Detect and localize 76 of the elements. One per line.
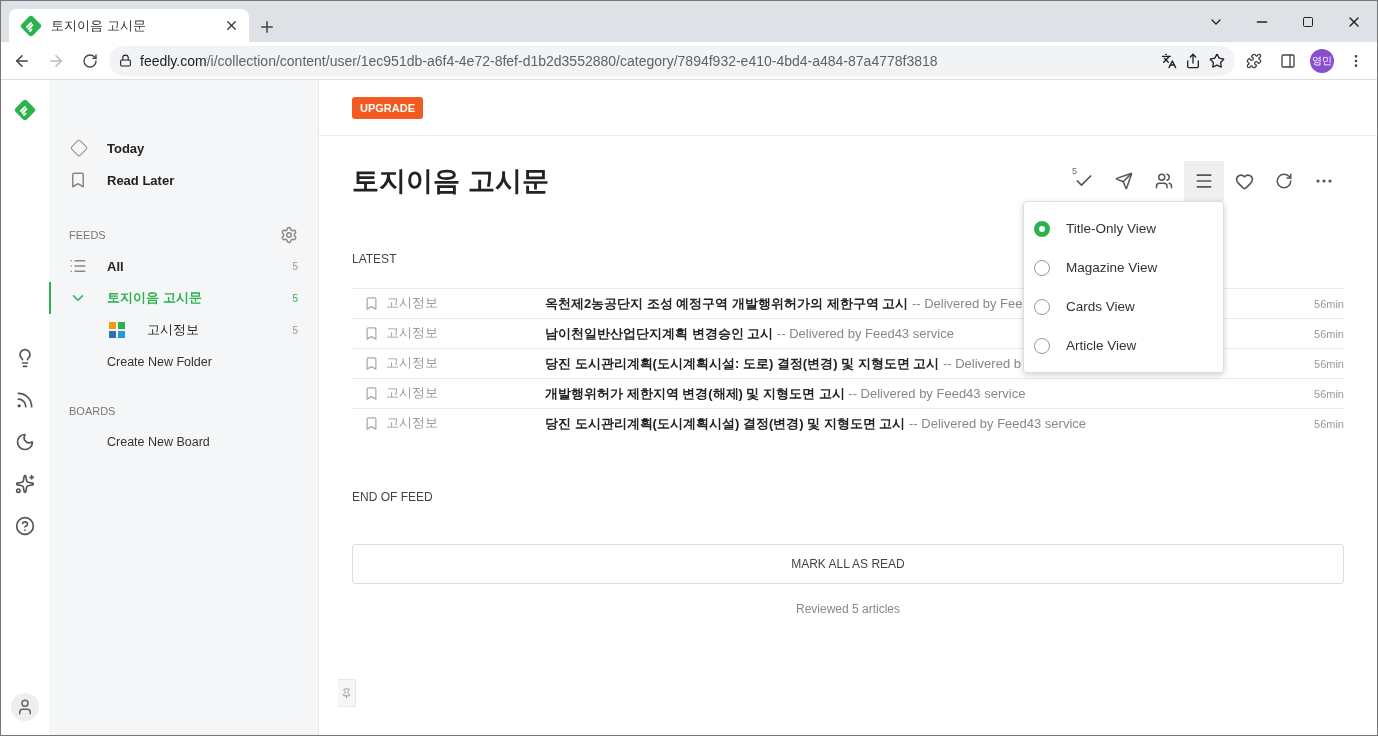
- moon-icon[interactable]: [15, 432, 35, 452]
- feed-title: 토지이음 고시문: [352, 165, 550, 198]
- puzzle-icon[interactable]: [1246, 52, 1262, 69]
- close-icon[interactable]: [224, 18, 239, 33]
- sparkles-icon[interactable]: [15, 474, 35, 494]
- address-bar[interactable]: feedly.com/i/collection/content/user/1ec951db-a6f4-4e72-8fef-d1b2d3552880/category/7894f932-e410-4bd4-a484-87a4778f3818: [109, 45, 1235, 76]
- mark-read-button[interactable]: 5: [1064, 161, 1104, 201]
- article-source: 고시정보: [386, 355, 439, 372]
- view-menu-button[interactable]: [1184, 161, 1224, 201]
- feed-item[interactable]: 고시정보 5: [49, 314, 298, 346]
- more-icon: [1316, 179, 1332, 183]
- share-icon[interactable]: [1185, 52, 1201, 69]
- article-source: 고시정보: [386, 325, 439, 342]
- article-source: 고시정보: [386, 385, 439, 402]
- help-icon[interactable]: [15, 516, 35, 536]
- people-icon: [1155, 172, 1173, 190]
- radio-button[interactable]: [1034, 220, 1050, 237]
- browser-tab[interactable]: 토지이음 고시문: [9, 9, 249, 42]
- article-time: 56min: [1314, 357, 1344, 370]
- tiles-icon: [109, 321, 127, 339]
- article-summary: -- Delivered b: [942, 355, 1021, 371]
- star-icon[interactable]: [1209, 52, 1225, 69]
- article-source: 고시정보: [386, 295, 439, 312]
- section-heading: BOARDS: [69, 405, 116, 417]
- refresh-icon: [1275, 172, 1293, 190]
- menu-icon: [1194, 171, 1214, 191]
- heart-icon: [1234, 171, 1254, 191]
- article-title: 개발행위허가 제한지역 변경(해제) 및 지형도면 고시: [545, 385, 845, 401]
- feed-item[interactable]: All 5: [49, 250, 298, 282]
- view-option[interactable]: Title-Only View: [1024, 209, 1223, 248]
- article-title: 남이천일반산업단지계획 변경승인 고시: [545, 325, 774, 341]
- user-icon: [16, 698, 34, 716]
- reload-icon[interactable]: [82, 52, 98, 69]
- rss-icon[interactable]: [15, 390, 35, 410]
- article-summary: -- Delivered by Feed43 service: [909, 415, 1087, 431]
- nav-item[interactable]: Today: [49, 132, 298, 164]
- view-option[interactable]: Article View: [1024, 326, 1223, 365]
- bookmark-icon: [69, 171, 87, 189]
- article-time: 56min: [1314, 327, 1344, 340]
- article-title: 당진 도시관리계획(도시계획시설: 도로) 결정(변경) 및 지형도면 고시: [545, 355, 940, 371]
- new-tab-icon[interactable]: [258, 18, 276, 36]
- url-text: feedly.com/i/collection/content/user/1ec951db-a6f4-4e72-8fef-d1b2d3552880/category/7894f932-e410-4bd4-a484-87a4778f3818: [140, 52, 939, 69]
- create-board-link[interactable]: Create New Board: [49, 426, 298, 458]
- section-heading: END OF FEED: [352, 490, 434, 504]
- article-summary: -- Delivered by Feed43 service: [848, 385, 1026, 401]
- side-panel-icon[interactable]: [1280, 52, 1296, 69]
- reviewed-count: Reviewed 5 articles: [794, 602, 901, 616]
- profile-avatar[interactable]: 영민: [1310, 48, 1334, 73]
- section-heading: FEEDS: [69, 229, 106, 241]
- profile-button[interactable]: [11, 693, 39, 721]
- maximize-icon[interactable]: [1302, 15, 1314, 28]
- article-summary: -- Delivered by Feed43 service: [776, 325, 954, 341]
- list-icon: [69, 257, 87, 275]
- create-folder-link[interactable]: Create New Folder: [49, 346, 298, 378]
- mark-all-read-button[interactable]: MARK ALL AS READ: [352, 544, 1344, 584]
- view-option[interactable]: Cards View: [1024, 287, 1223, 326]
- radio-button[interactable]: [1034, 337, 1050, 354]
- article-title: 옥천제2농공단지 조성 예정구역 개발행위허가의 제한구역 고시: [545, 295, 909, 311]
- article-time: 56min: [1314, 297, 1344, 310]
- article-source: 고시정보: [386, 415, 439, 432]
- pin-icon: [341, 687, 352, 699]
- nav-item[interactable]: Read Later: [49, 164, 298, 196]
- article-title: 당진 도시관리계획(도시계획시설) 결정(변경) 및 지형도면 고시: [545, 415, 906, 431]
- section-heading: LATEST: [352, 252, 398, 266]
- lock-icon: [119, 54, 132, 67]
- radio-button[interactable]: [1034, 298, 1050, 315]
- diamond-icon: [69, 138, 89, 158]
- article-summary: -- Delivered by Fee: [911, 295, 1023, 311]
- translate-icon[interactable]: [1161, 52, 1177, 69]
- article-time: 56min: [1314, 387, 1344, 400]
- radio-button[interactable]: [1034, 259, 1050, 276]
- settings-icon[interactable]: [280, 226, 298, 244]
- send-icon: [1115, 172, 1133, 190]
- tab-title: 토지이음 고시문: [51, 16, 147, 35]
- article-time: 56min: [1314, 417, 1344, 430]
- view-option[interactable]: Magazine View: [1024, 248, 1223, 287]
